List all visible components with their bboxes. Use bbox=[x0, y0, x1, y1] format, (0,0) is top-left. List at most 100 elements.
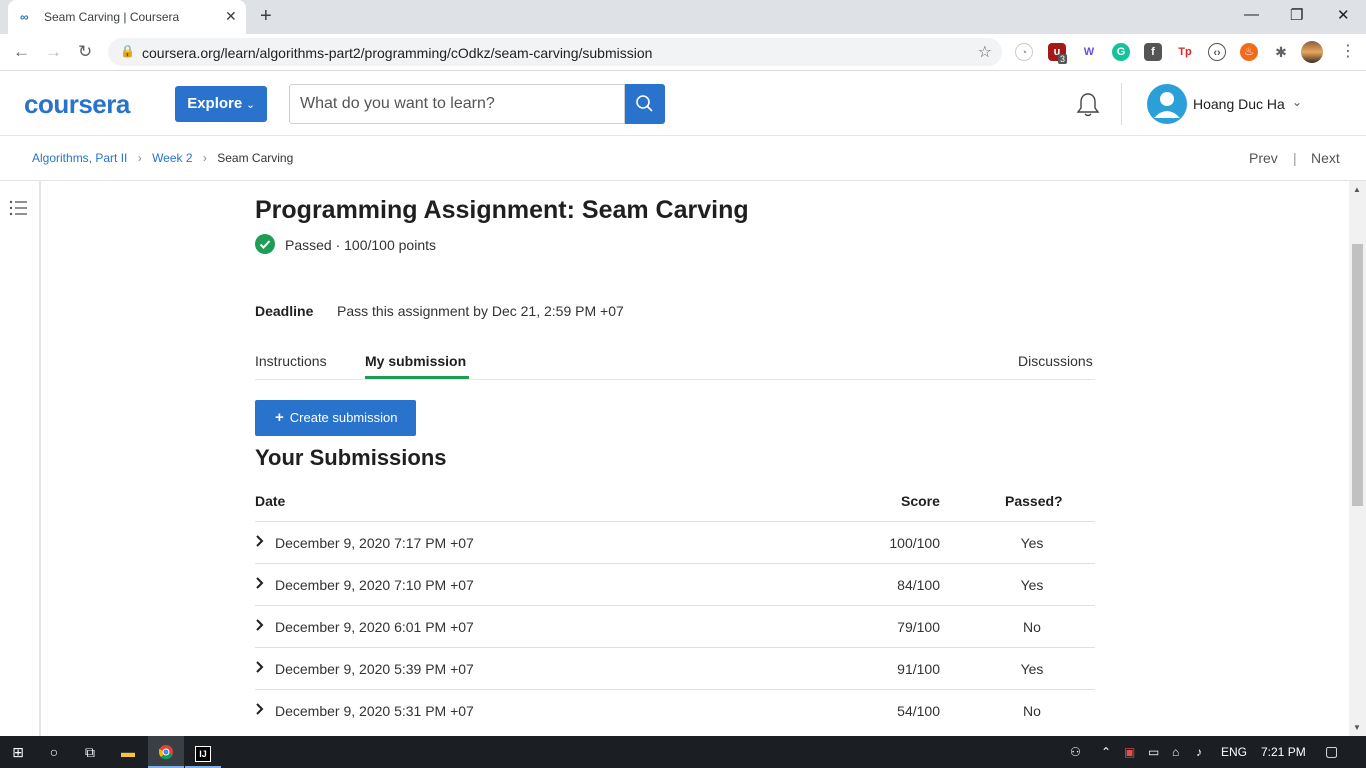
extension-w-icon[interactable]: W bbox=[1080, 43, 1098, 61]
tray-app-icon[interactable]: ▣ bbox=[1124, 745, 1135, 759]
plus-icon: + bbox=[275, 409, 284, 426]
submission-score: 91/100 bbox=[897, 661, 940, 677]
extension-f-icon[interactable]: f bbox=[1144, 43, 1162, 61]
user-menu-chevron-icon[interactable]: ⌄ bbox=[1292, 95, 1302, 109]
deadline-label: Deadline bbox=[255, 303, 314, 319]
battery-icon[interactable]: ▭ bbox=[1148, 745, 1159, 759]
breadcrumb-week[interactable]: Week 2 bbox=[152, 151, 192, 165]
chevron-right-icon[interactable] bbox=[255, 618, 265, 632]
people-icon[interactable]: ⚇ bbox=[1070, 745, 1081, 759]
windows-start-icon[interactable]: ⊞ bbox=[0, 736, 36, 768]
volume-icon[interactable]: ♪ bbox=[1196, 745, 1202, 759]
header-divider bbox=[1121, 83, 1122, 125]
explore-button[interactable]: Explore ⌄ bbox=[175, 86, 267, 122]
chevron-right-icon[interactable] bbox=[255, 660, 265, 674]
submission-date: December 9, 2020 7:10 PM +07 bbox=[275, 577, 474, 593]
breadcrumb: Algorithms, Part II › Week 2 › Seam Carv… bbox=[32, 151, 293, 165]
address-bar[interactable]: 🔒 coursera.org/learn/algorithms-part2/pr… bbox=[108, 38, 1002, 66]
bookmark-star-icon[interactable]: ☆ bbox=[978, 42, 992, 62]
breadcrumb-current: Seam Carving bbox=[217, 151, 294, 165]
intellij-label: IJ bbox=[195, 746, 211, 762]
table-row[interactable]: December 9, 2020 5:31 PM +07 54/100 No bbox=[255, 689, 1095, 736]
back-icon[interactable]: ← bbox=[13, 42, 30, 62]
forward-icon[interactable]: → bbox=[45, 42, 62, 62]
user-silhouette-icon bbox=[1154, 92, 1180, 118]
task-view-icon[interactable]: ⧉ bbox=[72, 736, 108, 768]
scroll-down-icon[interactable]: ▼ bbox=[1353, 723, 1361, 732]
breadcrumb-course[interactable]: Algorithms, Part II bbox=[32, 151, 127, 165]
chevron-right-icon[interactable] bbox=[255, 534, 265, 548]
submission-passed: Yes bbox=[1020, 535, 1044, 551]
input-language[interactable]: ENG bbox=[1221, 745, 1247, 759]
extension-badge: 3 bbox=[1058, 54, 1068, 64]
browser-tab[interactable]: ∞ Seam Carving | Coursera ✕ bbox=[8, 0, 246, 34]
clock-time[interactable]: 7:21 PM bbox=[1261, 745, 1306, 759]
table-row[interactable]: December 9, 2020 7:17 PM +07 100/100 Yes bbox=[255, 521, 1095, 563]
extension-code-icon[interactable]: ‹› bbox=[1208, 43, 1226, 61]
user-name[interactable]: Hoang Duc Ha bbox=[1193, 96, 1285, 112]
tab-instructions[interactable]: Instructions bbox=[255, 353, 327, 369]
chevron-right-icon[interactable] bbox=[255, 576, 265, 590]
table-row[interactable]: December 9, 2020 7:10 PM +07 84/100 Yes bbox=[255, 563, 1095, 605]
submission-date: December 9, 2020 5:31 PM +07 bbox=[275, 703, 474, 719]
page-title: Programming Assignment: Seam Carving bbox=[255, 196, 749, 224]
tab-title: Seam Carving | Coursera bbox=[44, 10, 180, 24]
reload-icon[interactable]: ↻ bbox=[78, 42, 92, 62]
extension-fire-icon[interactable]: ♨ bbox=[1240, 43, 1258, 61]
coursera-logo[interactable]: coursera bbox=[24, 89, 130, 120]
file-explorer-icon[interactable]: ▬ bbox=[110, 736, 146, 768]
column-header-date: Date bbox=[255, 493, 286, 509]
breadcrumb-separator-icon: › bbox=[202, 151, 207, 165]
chevron-right-icon[interactable] bbox=[255, 702, 265, 716]
cortana-search-icon[interactable]: ○ bbox=[36, 736, 72, 768]
extension-clock-icon[interactable]: ◔ bbox=[1015, 43, 1033, 61]
prev-link[interactable]: Prev bbox=[1249, 150, 1278, 166]
minimize-icon[interactable]: — bbox=[1244, 6, 1259, 23]
search-input[interactable] bbox=[289, 84, 625, 124]
browser-tab-strip: ∞ Seam Carving | Coursera ✕ + — ❐ ✕ bbox=[0, 0, 1366, 34]
page-scrollbar[interactable]: ▲ ▼ bbox=[1349, 181, 1366, 736]
create-submission-button[interactable]: + Create submission bbox=[255, 400, 416, 436]
submission-date: December 9, 2020 5:39 PM +07 bbox=[275, 661, 474, 677]
submission-score: 54/100 bbox=[897, 703, 940, 719]
restore-icon[interactable]: ❐ bbox=[1290, 6, 1303, 24]
passed-check-icon bbox=[255, 234, 275, 254]
browser-menu-icon[interactable]: ⋮ bbox=[1340, 41, 1356, 61]
table-row[interactable]: December 9, 2020 6:01 PM +07 79/100 No bbox=[255, 605, 1095, 647]
search-button[interactable] bbox=[625, 84, 665, 124]
chrome-taskbar-icon[interactable] bbox=[148, 736, 184, 768]
table-row[interactable]: December 9, 2020 5:39 PM +07 91/100 Yes bbox=[255, 647, 1095, 689]
search-icon bbox=[636, 95, 653, 112]
close-tab-icon[interactable]: ✕ bbox=[225, 8, 237, 25]
tab-my-submission[interactable]: My submission bbox=[365, 353, 466, 369]
show-hidden-icons-chevron[interactable]: ⌃ bbox=[1101, 745, 1111, 759]
grammarly-icon[interactable]: G bbox=[1112, 43, 1130, 61]
lock-icon: 🔒 bbox=[120, 44, 135, 58]
intellij-taskbar-icon[interactable]: IJ bbox=[185, 736, 221, 768]
prev-next-divider: | bbox=[1293, 150, 1297, 166]
submission-score: 79/100 bbox=[897, 619, 940, 635]
course-outline-list-icon[interactable] bbox=[9, 199, 29, 217]
notifications-bell-icon[interactable] bbox=[1076, 92, 1100, 118]
network-icon[interactable]: ⌂ bbox=[1172, 745, 1179, 759]
scrollbar-thumb[interactable] bbox=[1352, 244, 1363, 506]
breadcrumb-divider bbox=[0, 180, 1366, 181]
browser-profile-avatar[interactable] bbox=[1301, 41, 1323, 63]
user-avatar[interactable] bbox=[1147, 84, 1187, 124]
tab-discussions[interactable]: Discussions bbox=[1018, 353, 1093, 369]
action-center-icon[interactable]: ▢ bbox=[1325, 743, 1338, 760]
next-link[interactable]: Next bbox=[1311, 150, 1340, 166]
new-tab-icon[interactable]: + bbox=[260, 5, 272, 28]
close-window-icon[interactable]: ✕ bbox=[1337, 6, 1350, 24]
submission-passed: Yes bbox=[1020, 577, 1044, 593]
url-text[interactable]: coursera.org/learn/algorithms-part2/prog… bbox=[142, 45, 652, 61]
chevron-down-icon: ⌄ bbox=[246, 100, 255, 111]
submission-passed: No bbox=[1023, 703, 1041, 719]
scroll-up-icon[interactable]: ▲ bbox=[1353, 185, 1361, 194]
submission-passed: Yes bbox=[1020, 661, 1044, 677]
tabs-divider bbox=[255, 379, 1095, 380]
extension-tp-icon[interactable]: Tp bbox=[1176, 43, 1194, 61]
submission-score: 100/100 bbox=[889, 535, 940, 551]
extensions-puzzle-icon[interactable]: ✱ bbox=[1272, 43, 1290, 61]
coursera-favicon-icon: ∞ bbox=[20, 10, 29, 24]
